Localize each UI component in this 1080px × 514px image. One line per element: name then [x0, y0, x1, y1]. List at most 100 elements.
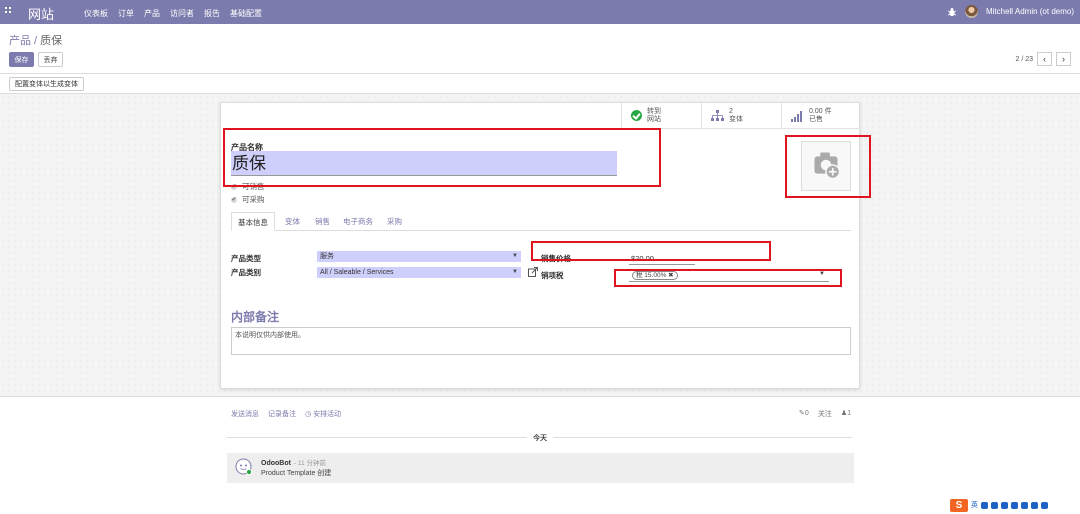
breadcrumb: 产品 / 质保: [9, 32, 62, 48]
tab-variants[interactable]: 变体: [279, 212, 306, 231]
pager-previous-icon[interactable]: ‹: [1037, 52, 1052, 66]
go-to-website-button[interactable]: 转到 网站: [621, 103, 701, 129]
control-panel: 产品 / 质保 保存 丢弃 2 / 23 ‹ ›: [0, 24, 1080, 74]
ime-logo[interactable]: S: [950, 498, 968, 512]
external-link-icon[interactable]: [528, 267, 538, 277]
sold-button[interactable]: 0.00 件已售: [781, 103, 861, 129]
menu-item-dashboard[interactable]: 仪表板: [84, 8, 108, 19]
tag-remove-icon[interactable]: ✖: [668, 272, 673, 279]
ime-toolbar: S 英: [950, 498, 1048, 512]
user-name[interactable]: Mitchell Admin (ot demo): [986, 7, 1074, 16]
camera-plus-icon: [814, 152, 841, 180]
debug-bug-icon[interactable]: [947, 7, 957, 17]
can-be-purchased-checkbox[interactable]: ✔: [231, 196, 237, 203]
can-be-sold-row: ✔ 可销售: [231, 181, 265, 192]
app-brand[interactable]: 网站: [28, 4, 54, 23]
log-note-button[interactable]: 记录备注: [268, 409, 296, 419]
pager-value[interactable]: 2 / 23: [1015, 56, 1033, 63]
configure-variants-button[interactable]: 配置变体以生成变体: [9, 77, 84, 91]
follow-button[interactable]: 关注: [818, 409, 832, 419]
customer-taxes-field[interactable]: 税 15.00% ✖ ▼: [629, 270, 829, 282]
attachments-button[interactable]: ✎0: [799, 409, 809, 419]
save-button[interactable]: 保存: [9, 52, 34, 67]
internal-notes-title: 内部备注: [231, 310, 280, 324]
tab-purchase[interactable]: 采购: [381, 212, 408, 231]
sitemap-icon: [711, 109, 724, 121]
menu-item-visitors[interactable]: 访问者: [170, 8, 194, 19]
menu-item-reporting[interactable]: 报告: [204, 8, 220, 19]
chevron-down-icon[interactable]: ▼: [819, 271, 825, 277]
tax-tag-label: 税 15.00%: [636, 272, 667, 279]
product-type-select[interactable]: 服务 ▼: [317, 251, 521, 262]
sold-qty: 0.00 件: [809, 107, 832, 115]
ime-emoji-icon[interactable]: [991, 501, 998, 509]
followers-button[interactable]: ♟1: [841, 409, 851, 419]
clock-icon: ◷: [305, 411, 312, 418]
can-be-sold-checkbox[interactable]: ✔: [231, 183, 237, 190]
form-sheet: 转到网站 2变体 0.00 件已售 产品名称 质保 ✔ 可销售 ✔ 可采购: [220, 102, 871, 389]
can-be-sold-label: 可销售: [242, 182, 265, 191]
pager-next-icon[interactable]: ›: [1056, 52, 1071, 66]
menu-item-orders[interactable]: 订单: [118, 8, 134, 19]
product-type-value: 服务: [320, 253, 334, 260]
pager: 2 / 23 ‹ ›: [1015, 52, 1071, 66]
form-tabs: 基本信息 变体 销售 电子商务 采购: [231, 212, 851, 231]
navbar-right: Mitchell Admin (ot demo): [947, 5, 1074, 18]
message-author-name: OdooBot: [261, 460, 291, 467]
ime-voice-icon[interactable]: [1001, 501, 1008, 509]
can-be-purchased-label: 可采购: [242, 195, 265, 204]
message-author: OdooBot - 11 分钟前: [261, 457, 326, 467]
variants-button[interactable]: 2 变体: [701, 103, 781, 129]
breadcrumb-products-link[interactable]: 产品: [9, 35, 31, 47]
breadcrumb-separator: /: [31, 35, 41, 47]
action-bar: 配置变体以生成变体: [0, 74, 1080, 94]
website-line2: 网站: [647, 115, 661, 123]
schedule-activity-label: 安排活动: [313, 411, 342, 418]
product-category-label: 产品类别: [231, 268, 261, 277]
tab-sales[interactable]: 销售: [309, 212, 336, 231]
tax-tag[interactable]: 税 15.00% ✖: [632, 271, 678, 280]
sales-price-input[interactable]: $20.00: [629, 253, 695, 265]
chatter-message: OdooBot - 11 分钟前 Product Template 创建: [227, 453, 854, 483]
customer-taxes-label: 销项税: [541, 271, 564, 280]
ime-menu-icon[interactable]: [1041, 501, 1048, 509]
discard-button[interactable]: 丢弃: [38, 52, 63, 67]
product-name-input[interactable]: 质保: [231, 151, 617, 176]
published-globe-icon: [631, 110, 642, 121]
sales-price-label: 销售价格: [541, 254, 571, 263]
message-body: Product Template 创建: [261, 470, 332, 477]
schedule-activity-button[interactable]: ◷ 安排活动: [305, 409, 341, 419]
variants-count: 2: [729, 107, 733, 115]
menu-item-products[interactable]: 产品: [144, 8, 160, 19]
breadcrumb-current: 质保: [40, 35, 63, 47]
main-menu: 仪表板 订单 产品 访问者 报告 基础配置: [84, 8, 262, 19]
tab-general-info[interactable]: 基本信息: [231, 212, 275, 231]
ime-language[interactable]: 英: [971, 500, 978, 510]
user-avatar[interactable]: [964, 5, 978, 18]
can-be-purchased-row: ✔ 可采购: [231, 194, 265, 205]
chevron-down-icon: ▼: [512, 253, 518, 259]
apps-menu-icon[interactable]: [5, 7, 15, 17]
attachments-count: 0: [804, 410, 809, 417]
tab-ecommerce[interactable]: 电子商务: [337, 212, 379, 231]
date-separator-label: 今天: [527, 433, 553, 442]
signal-bars-icon: [791, 110, 802, 122]
product-category-select[interactable]: All / Saleable / Services ▼: [317, 267, 521, 278]
ime-punctuation-icon[interactable]: [981, 501, 988, 509]
odoobot-avatar: [235, 458, 252, 475]
ime-skin-icon[interactable]: [1031, 501, 1038, 509]
send-message-button[interactable]: 发送消息: [231, 409, 259, 419]
ime-keyboard-icon[interactable]: [1011, 501, 1018, 509]
product-category-value: All / Saleable / Services: [320, 269, 394, 276]
product-type-label: 产品类型: [231, 254, 261, 263]
product-image-upload[interactable]: [801, 141, 851, 191]
internal-notes-textarea[interactable]: 本说明仅供内部使用。: [231, 327, 851, 355]
variants-label: 变体: [729, 115, 743, 123]
sold-label: 已售: [809, 115, 823, 123]
menu-item-configuration[interactable]: 基础配置: [230, 8, 262, 19]
followers-count: 1: [847, 410, 851, 417]
top-navbar: 网站 仪表板 订单 产品 访问者 报告 基础配置 Mitchell Admin …: [0, 0, 1080, 24]
ime-toolbox-icon[interactable]: [1021, 501, 1028, 509]
website-line1: 转到: [647, 107, 661, 115]
chevron-down-icon: ▼: [512, 269, 518, 275]
